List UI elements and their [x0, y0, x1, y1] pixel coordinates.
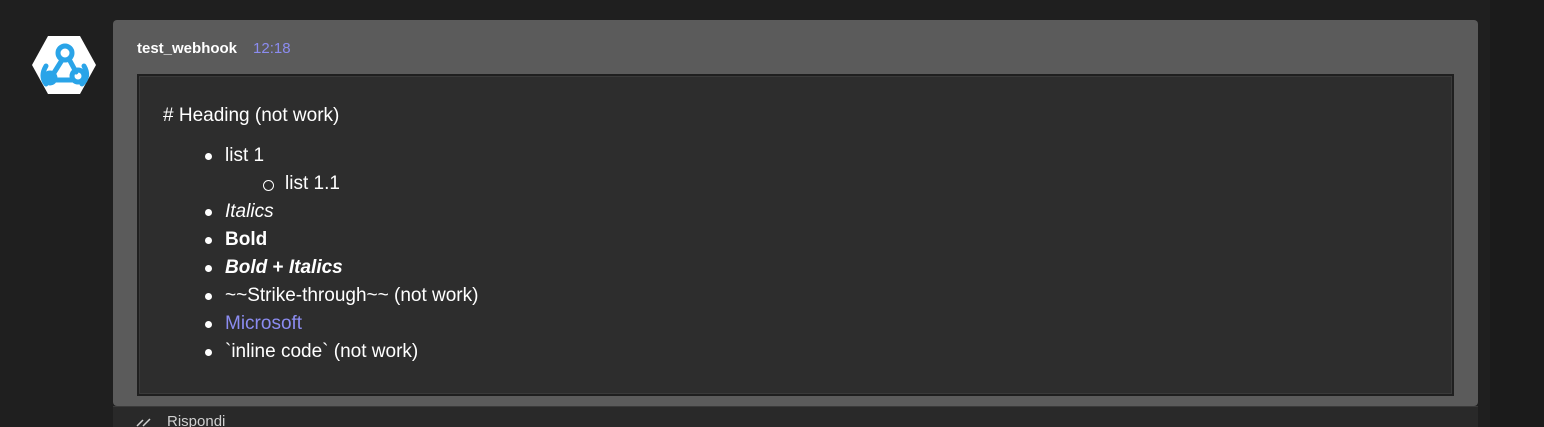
message-header: test_webhook 12:18 [137, 40, 291, 60]
webhook-icon [32, 36, 96, 94]
reply-icon [136, 418, 151, 427]
plus-text: + [267, 257, 289, 278]
list-item-italics: Italics [205, 198, 1452, 226]
timestamp[interactable]: 12:18 [253, 40, 291, 57]
list-item-inline-code: `inline code` (not work) [205, 338, 1452, 366]
message-card: test_webhook 12:18 # Heading (not work) … [113, 20, 1478, 406]
bold-italic-text: Bold [225, 257, 268, 278]
heading-text: # Heading (not work) [163, 105, 340, 126]
list-item-bold-italics: Bold + Italics [205, 254, 1452, 282]
reply-bar[interactable]: Rispondi [113, 406, 1478, 427]
reply-label[interactable]: Rispondi [167, 413, 225, 427]
list-item-strike: ~~Strike-through~~ (not work) [205, 282, 1452, 310]
sub-list: list 1.1 [225, 170, 1452, 198]
sender-name[interactable]: test_webhook [137, 40, 237, 57]
list-item-bold: Bold [205, 226, 1452, 254]
avatar[interactable] [32, 36, 96, 94]
bullet-list: list 1 list 1.1 Italics Bold Bold + Ital… [163, 142, 1452, 366]
list-item-text: list 1 [225, 145, 265, 166]
bold-italic-text-2: Italics [288, 257, 343, 278]
list-item: list 1 list 1.1 [205, 142, 1452, 198]
right-panel-strip [1490, 0, 1544, 427]
microsoft-link[interactable]: Microsoft [225, 313, 302, 334]
list-item-link: Microsoft [205, 310, 1452, 338]
sub-list-item: list 1.1 [263, 170, 1452, 198]
message-body: # Heading (not work) list 1 list 1.1 Ita… [137, 74, 1454, 396]
